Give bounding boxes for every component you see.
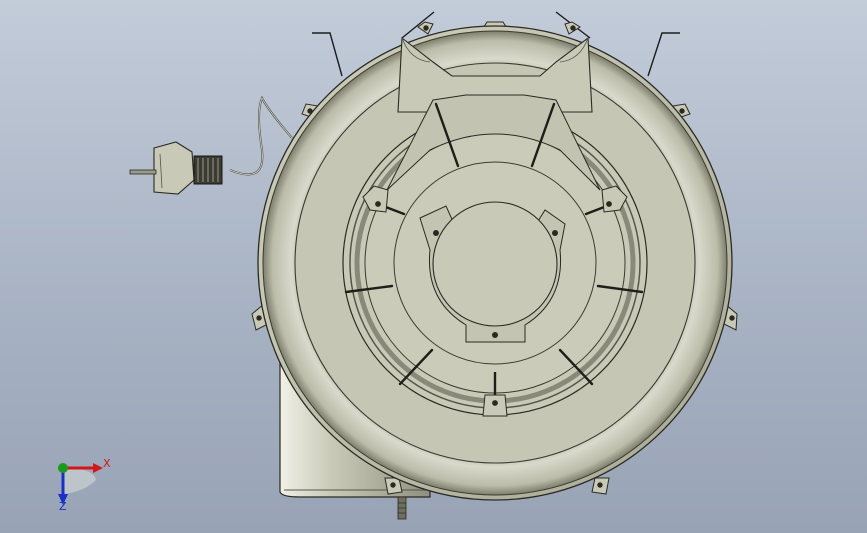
plug[interactable] bbox=[129, 141, 223, 195]
blower-model[interactable] bbox=[0, 0, 867, 533]
y-axis-icon bbox=[58, 463, 68, 473]
x-axis-label: X bbox=[103, 457, 111, 470]
cad-viewport[interactable]: X Y Z bbox=[0, 0, 867, 533]
z-axis-label: Z bbox=[59, 500, 67, 513]
